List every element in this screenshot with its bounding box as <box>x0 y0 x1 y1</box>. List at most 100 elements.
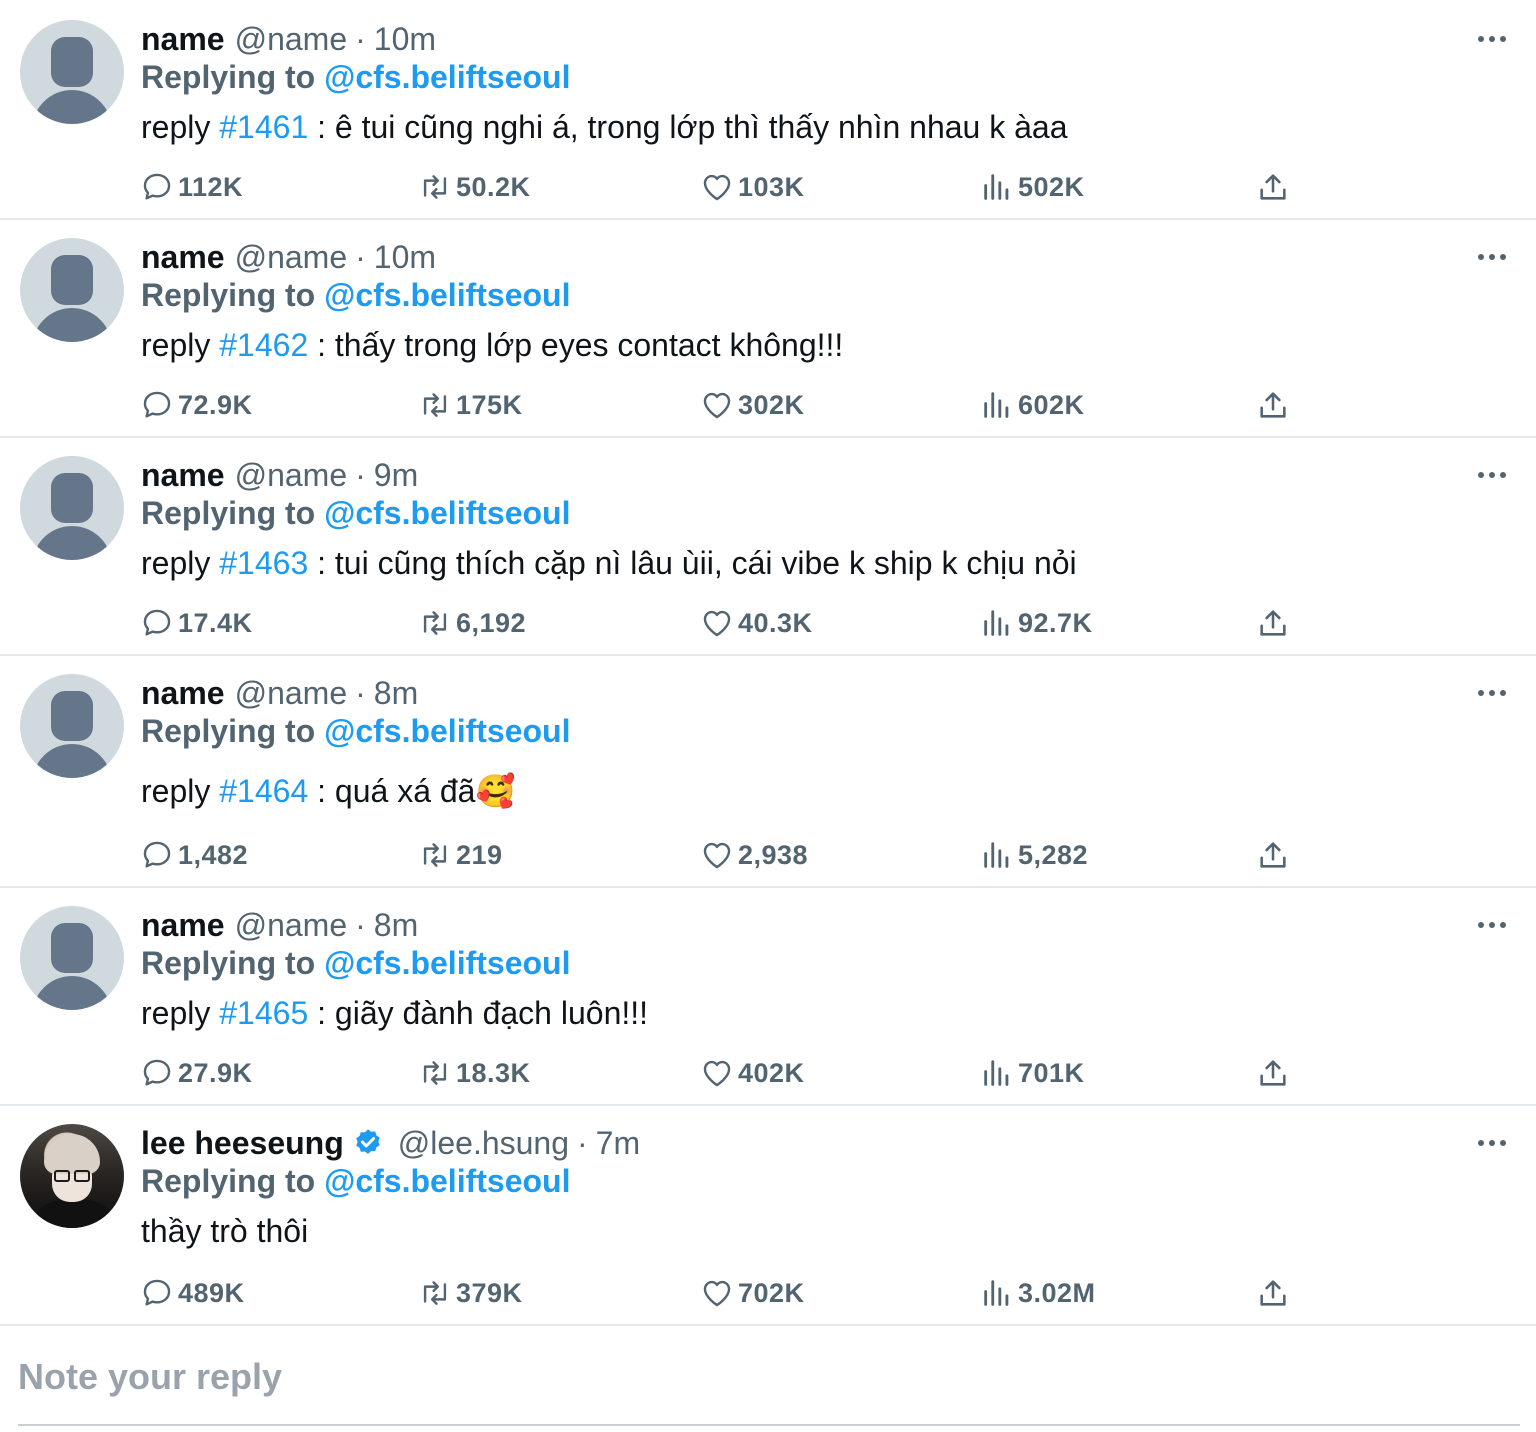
hashtag[interactable]: #1463 <box>219 545 308 581</box>
share-icon <box>1260 392 1286 418</box>
avatar[interactable] <box>20 456 124 560</box>
share-button[interactable] <box>1256 1276 1290 1310</box>
like-icon <box>703 1280 731 1307</box>
retweet-button[interactable]: 175K <box>418 388 523 422</box>
retweet-icon <box>423 175 447 199</box>
timestamp[interactable]: 10m <box>374 19 436 59</box>
reply-button[interactable]: 72.9K <box>140 388 253 422</box>
like-button[interactable]: 302K <box>700 388 805 422</box>
separator: · <box>355 457 366 493</box>
reply-count: 1,482 <box>178 839 249 870</box>
retweet-button[interactable]: 379K <box>418 1276 523 1310</box>
timestamp[interactable]: 8m <box>374 673 418 713</box>
reply-button[interactable]: 27.9K <box>140 1056 253 1090</box>
replying-to-handle[interactable]: @cfs.beliftseoul <box>324 277 570 313</box>
more-icon[interactable] <box>1478 252 1506 262</box>
more-icon[interactable] <box>1478 688 1506 698</box>
user-handle[interactable]: @name <box>235 905 348 945</box>
views-icon <box>984 1280 1009 1306</box>
views-button[interactable]: 502K <box>980 170 1085 204</box>
replying-to-handle[interactable]: @cfs.beliftseoul <box>324 713 570 749</box>
retweet-button[interactable]: 219 <box>418 838 503 872</box>
more-icon[interactable] <box>1478 470 1506 480</box>
retweet-count: 175K <box>456 389 523 420</box>
reply-button[interactable]: 489K <box>140 1276 245 1310</box>
avatar[interactable] <box>20 906 124 1010</box>
share-button[interactable] <box>1256 1056 1290 1090</box>
reply-text: thầy trò thôi <box>141 1213 309 1249</box>
reply-composer[interactable]: Note your reply <box>18 1352 1520 1426</box>
timestamp[interactable]: 8m <box>374 905 418 945</box>
like-button[interactable]: 402K <box>700 1056 805 1090</box>
more-icon[interactable] <box>1478 34 1506 44</box>
reply-button[interactable]: 1,482 <box>140 838 248 872</box>
views-button[interactable]: 602K <box>980 388 1085 422</box>
tweet[interactable]: name @name · 10m Replying to @cfs.belift… <box>0 220 1536 438</box>
retweet-count: 18.3K <box>456 1057 531 1088</box>
views-count: 3.02M <box>1018 1277 1096 1308</box>
display-name[interactable]: name <box>141 905 225 945</box>
avatar[interactable] <box>20 674 124 778</box>
like-button[interactable]: 702K <box>700 1276 805 1310</box>
like-button[interactable]: 40.3K <box>700 606 813 640</box>
display-name[interactable]: name <box>141 455 225 495</box>
replying-to-line: Replying to @cfs.beliftseoul <box>141 275 570 315</box>
reply-button[interactable]: 112K <box>140 170 243 204</box>
retweet-button[interactable]: 6,192 <box>418 606 526 640</box>
views-icon <box>984 174 1009 200</box>
timestamp[interactable]: 7m <box>596 1123 640 1163</box>
user-handle[interactable]: @name <box>235 455 348 495</box>
user-handle[interactable]: @lee.hsung <box>398 1123 569 1163</box>
user-handle[interactable]: @name <box>235 237 348 277</box>
views-count: 602K <box>1018 389 1085 420</box>
hashtag[interactable]: #1462 <box>219 327 308 363</box>
tweet[interactable]: lee heeseung @lee.hsung · 7m Replying to… <box>0 1106 1536 1326</box>
display-name[interactable]: name <box>141 673 225 713</box>
views-button[interactable]: 701K <box>980 1056 1085 1090</box>
tweet[interactable]: name @name · 8m Replying to @cfs.belifts… <box>0 656 1536 888</box>
like-button[interactable]: 2,938 <box>700 838 808 872</box>
hashtag[interactable]: #1461 <box>219 109 308 145</box>
avatar[interactable] <box>20 238 124 342</box>
tweet-text: reply #1465 : giãy đành đạch luôn!!! <box>141 993 648 1033</box>
tweet[interactable]: name @name · 9m Replying to @cfs.belifts… <box>0 438 1536 656</box>
more-icon[interactable] <box>1478 920 1506 930</box>
display-name[interactable]: name <box>141 237 225 277</box>
share-button[interactable] <box>1256 838 1290 872</box>
tweet-text: thầy trò thôi <box>141 1211 308 1251</box>
like-button[interactable]: 103K <box>700 170 805 204</box>
more-icon[interactable] <box>1478 1138 1506 1148</box>
share-button[interactable] <box>1256 606 1290 640</box>
retweet-button[interactable]: 18.3K <box>418 1056 531 1090</box>
separator: · <box>355 907 366 943</box>
user-handle[interactable]: @name <box>235 673 348 713</box>
replying-to-handle[interactable]: @cfs.beliftseoul <box>324 1163 570 1199</box>
avatar[interactable] <box>20 1124 124 1228</box>
separator: · <box>355 21 366 57</box>
timestamp[interactable]: 9m <box>374 455 418 495</box>
views-button[interactable]: 3.02M <box>980 1276 1096 1310</box>
display-name[interactable]: name <box>141 19 225 59</box>
user-handle[interactable]: @name <box>235 19 348 59</box>
share-button[interactable] <box>1256 388 1290 422</box>
replying-to-handle[interactable]: @cfs.beliftseoul <box>324 59 570 95</box>
tweet[interactable]: name @name · 10m Replying to @cfs.belift… <box>0 0 1536 220</box>
share-button[interactable] <box>1256 170 1290 204</box>
replying-to-handle[interactable]: @cfs.beliftseoul <box>324 945 570 981</box>
views-button[interactable]: 92.7K <box>980 606 1093 640</box>
share-icon <box>1260 1280 1286 1306</box>
hashtag[interactable]: #1465 <box>219 995 308 1031</box>
tweet-header: name @name · 8m <box>141 673 418 713</box>
avatar[interactable] <box>20 20 124 124</box>
like-icon <box>703 842 731 869</box>
reply-button[interactable]: 17.4K <box>140 606 253 640</box>
retweet-button[interactable]: 50.2K <box>418 170 531 204</box>
timestamp[interactable]: 10m <box>374 237 436 277</box>
like-icon <box>703 1060 731 1087</box>
reply-input-placeholder[interactable]: Note your reply <box>18 1356 282 1398</box>
display-name[interactable]: lee heeseung <box>141 1123 344 1163</box>
views-button[interactable]: 5,282 <box>980 838 1088 872</box>
hashtag[interactable]: #1464 <box>219 773 308 809</box>
replying-to-handle[interactable]: @cfs.beliftseoul <box>324 495 570 531</box>
tweet[interactable]: name @name · 8m Replying to @cfs.belifts… <box>0 888 1536 1106</box>
